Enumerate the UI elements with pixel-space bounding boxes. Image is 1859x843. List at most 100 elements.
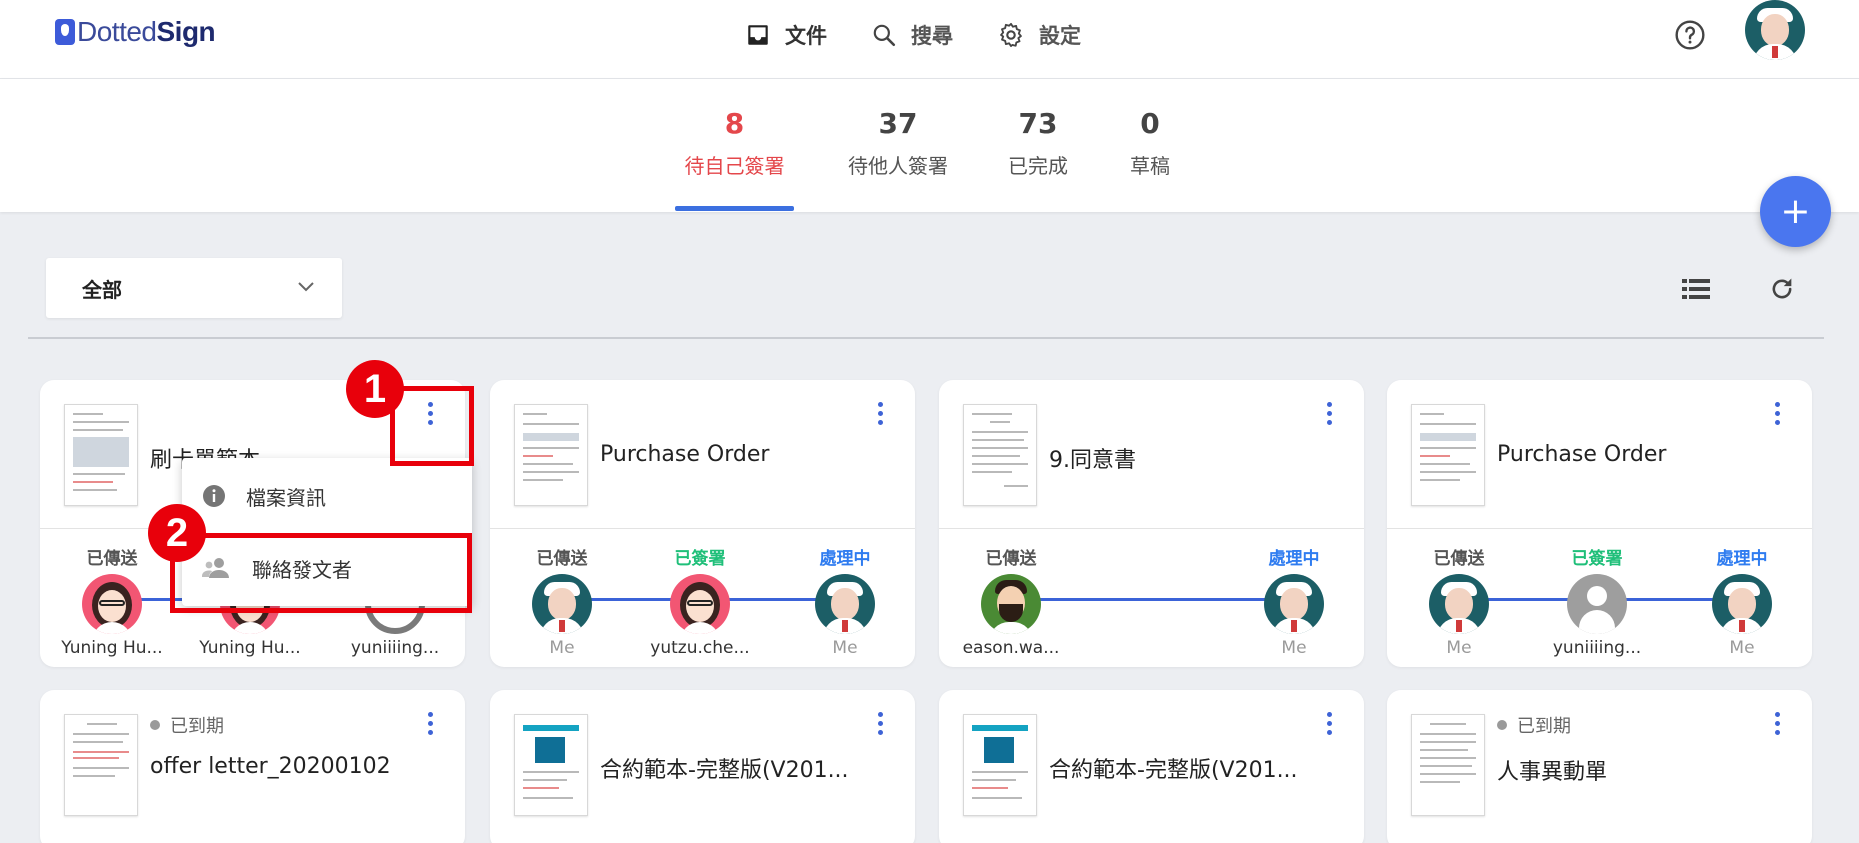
document-card[interactable]: Purchase Order 已傳送 Me 已簽署 yutzu.che... 處… [490,380,915,667]
nav-search[interactable]: 搜尋 [871,14,953,56]
tab-completed[interactable]: 73 已完成 [1000,107,1076,179]
signer-status: 已傳送 [1433,549,1485,569]
card-separator [939,528,1364,529]
document-title[interactable]: 合約範本-完整版(V201... [1049,752,1298,784]
more-options-button[interactable] [873,402,887,432]
signer-name: Me [1446,638,1472,658]
signer-status: 處理中 [819,549,871,569]
tab-count: 73 [1018,107,1058,140]
app-logo[interactable]: Dotted Sign [55,16,216,48]
signer-status: 已傳送 [985,549,1037,569]
signer-avatar [1264,574,1324,634]
document-title[interactable]: 合約範本-完整版(V201... [600,752,849,784]
card-separator [1387,528,1812,529]
document-thumbnail [1411,404,1485,506]
logo-mark-icon [55,19,75,45]
status-tabs: 8 待自己簽署 37 待他人簽署 73 已完成 0 草稿 [0,79,1859,212]
document-thumbnail [963,404,1037,506]
signer-step: 已簽署 yutzu.che... [640,544,760,658]
nav-documents-label: 文件 [785,24,827,48]
document-card[interactable]: 已到期 offer letter_20200102 [40,690,465,843]
document-title[interactable]: Purchase Order [1497,442,1666,467]
document-title[interactable]: offer letter_20200102 [150,754,391,779]
status-dot-icon [150,720,160,730]
status-dot-icon [1497,720,1507,730]
create-document-button[interactable]: + [1760,176,1831,247]
signer-status: 已簽署 [674,549,726,569]
signer-step: 處理中 Me [1234,544,1354,658]
more-options-button[interactable] [873,712,887,742]
document-thumbnail [514,404,588,506]
signer-step: 已傳送 eason.wa... [951,544,1071,658]
tab-label: 待自己簽署 [684,154,785,178]
card-separator [490,528,915,529]
signer-status: 已簽署 [1571,549,1623,569]
document-card[interactable]: 合約範本-完整版(V201... [939,690,1364,843]
signer-step: 處理中 Me [785,544,905,658]
logo-text-light: Dotted [77,16,157,47]
document-card[interactable]: 已到期 人事異動單 [1387,690,1812,843]
nav-documents[interactable]: 文件 [745,14,827,56]
toolbar-divider [28,337,1824,339]
signer-avatar [815,574,875,634]
signer-avatar [82,574,142,634]
tab-drafts[interactable]: 0 草稿 [1120,107,1180,179]
signer-step: 處理中 Me [1682,544,1802,658]
expired-status-label: 已到期 [1517,716,1571,737]
signer-name: yutzu.che... [650,638,750,658]
signer-avatar [532,574,592,634]
help-button[interactable] [1674,19,1706,55]
main-nav: 文件 搜尋 設定 [745,14,1125,56]
tab-pending-others[interactable]: 37 待他人簽署 [838,107,958,179]
top-bar: Dotted Sign 文件 搜尋 設定 [0,0,1859,79]
document-thumbnail [64,714,138,816]
help-icon [1675,20,1705,50]
more-options-button[interactable] [1322,402,1336,432]
more-options-button[interactable] [1770,712,1784,742]
nav-settings[interactable]: 設定 [997,14,1081,56]
signer-step: 已傳送 Yuning Hu... [52,544,172,658]
more-options-button[interactable] [423,712,437,742]
menu-item-label: 檔案資訊 [246,485,326,510]
signer-name: Yuning Hu... [61,638,163,658]
gear-icon [1000,22,1022,48]
filter-dropdown[interactable]: 全部 [46,258,342,318]
info-icon [203,485,225,507]
chevron-down-icon [298,282,314,292]
list-view-button[interactable] [1682,278,1710,304]
document-card[interactable]: 合約範本-完整版(V201... [490,690,915,843]
signer-name: Me [1729,638,1755,658]
document-card[interactable]: 9.同意書 已傳送 eason.wa... 處理中 Me [939,380,1364,667]
tab-label: 已完成 [1008,154,1068,178]
menu-item-file-info[interactable]: 檔案資訊 [182,466,472,526]
document-title[interactable]: 人事異動單 [1497,754,1607,786]
list-view-icon [1682,279,1710,299]
nav-search-label: 搜尋 [911,24,953,48]
tab-label: 待他人簽署 [848,154,948,178]
document-thumbnail [963,714,1037,816]
tab-pending-me[interactable]: 8 待自己簽署 [675,107,794,179]
signer-name: Me [1281,638,1307,658]
signer-name: Yuning Hu... [199,638,301,658]
tab-count: 0 [1140,107,1160,140]
logo-text-bold: Sign [156,16,216,47]
signer-avatar [1712,574,1772,634]
expired-status: 已到期 [150,712,224,738]
signer-avatar [981,574,1041,634]
filter-selected-value: 全部 [82,277,122,302]
refresh-button[interactable] [1768,275,1796,307]
signer-avatar [670,574,730,634]
document-card[interactable]: Purchase Order 已傳送 Me 已簽署 yuniiiing... 處… [1387,380,1812,667]
more-options-button[interactable] [1322,712,1336,742]
signer-avatar [1429,574,1489,634]
user-avatar-image [1745,0,1805,60]
tab-count: 37 [878,107,918,140]
signer-status: 處理中 [1716,549,1768,569]
search-icon [873,24,896,47]
document-title[interactable]: 9.同意書 [1049,442,1136,474]
user-avatar[interactable] [1745,0,1805,60]
more-options-button[interactable] [1770,402,1784,432]
expired-status-label: 已到期 [170,716,224,737]
document-title[interactable]: Purchase Order [600,442,769,467]
signer-step: 已傳送 Me [502,544,622,658]
